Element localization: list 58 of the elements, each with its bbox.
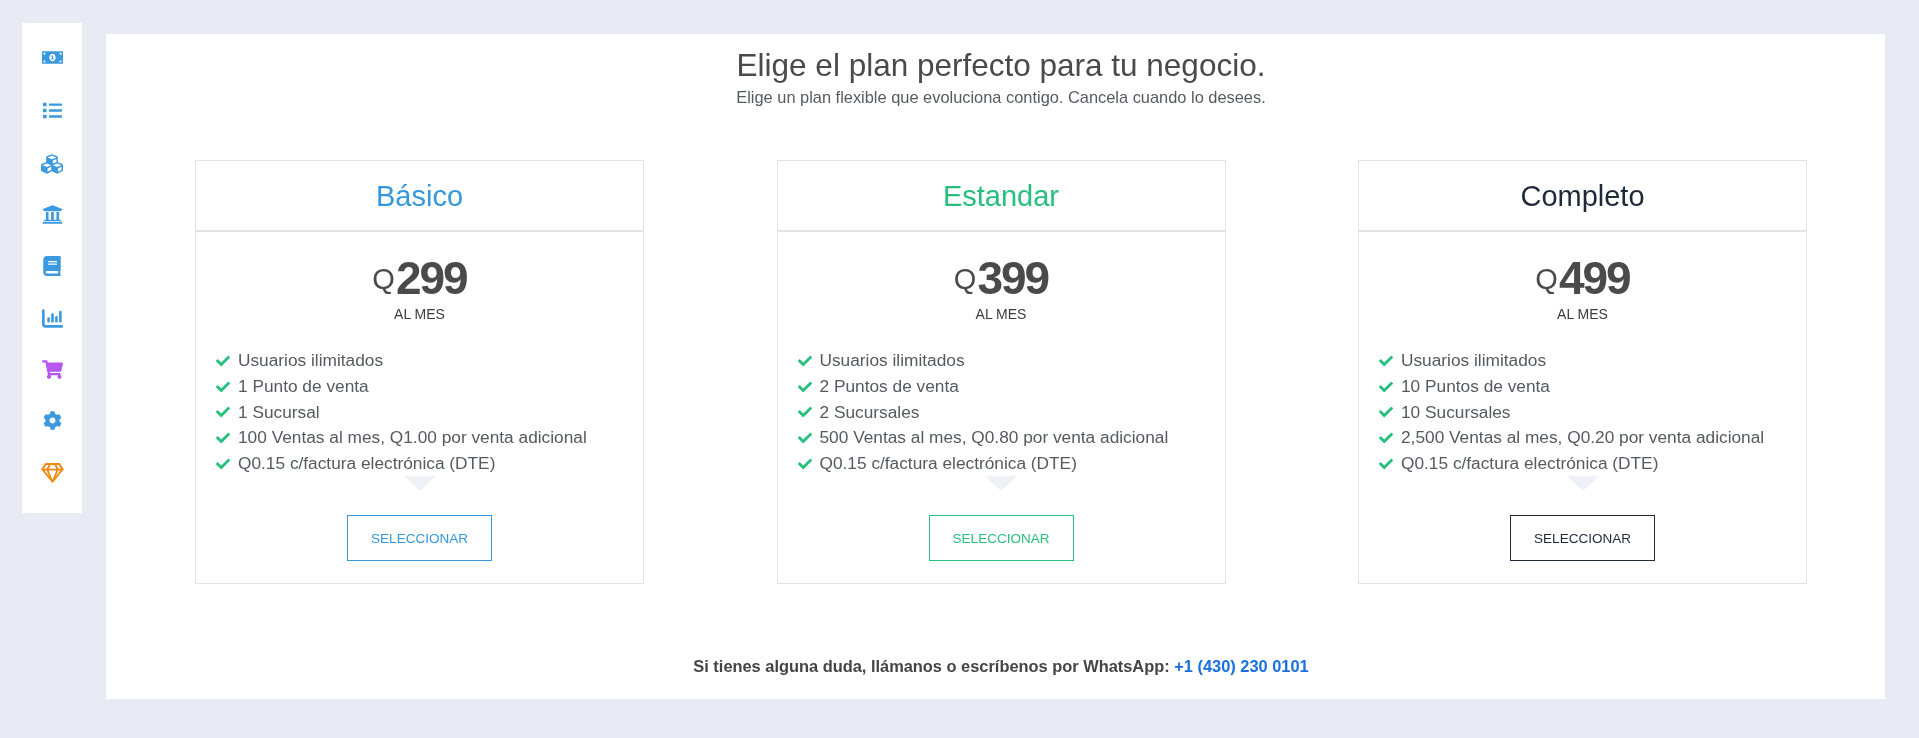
check-icon <box>796 430 813 445</box>
plan-feature: Usuarios ilimitados <box>819 350 965 372</box>
currency-symbol: Q <box>372 265 395 294</box>
plan-feature: 100 Ventas al mes, Q1.00 por venta adicional <box>238 427 587 449</box>
cart-icon[interactable] <box>41 359 63 379</box>
book-icon[interactable] <box>43 256 61 277</box>
plan-feature: 2 Sucursales <box>819 401 920 423</box>
bank-icon[interactable] <box>41 204 63 226</box>
check-icon <box>215 353 231 368</box>
cubes-icon[interactable] <box>41 152 63 175</box>
check-icon <box>796 456 813 471</box>
price-period: AL MES <box>394 305 445 323</box>
currency-symbol: Q <box>953 265 977 294</box>
check-icon <box>1378 430 1394 445</box>
page-title: Elige el plan perfecto para tu negocio. <box>736 46 1266 84</box>
check-icon <box>796 405 813 420</box>
plan-feature: 1 Punto de venta <box>238 376 369 398</box>
plan-feature: 10 Puntos de venta <box>1401 376 1550 398</box>
plan-feature: Usuarios ilimitados <box>238 350 384 372</box>
plan-feature: Q0.15 c/factura electrónica (DTE) <box>1401 453 1659 475</box>
select-button[interactable]: SELECCIONAR <box>928 515 1074 562</box>
check-icon <box>1378 405 1394 420</box>
price-period: AL MES <box>975 305 1027 323</box>
plan-feature: Q0.15 c/factura electrónica (DTE) <box>819 453 1077 475</box>
plan-feature: 10 Sucursales <box>1401 401 1511 423</box>
select-button[interactable]: SELECCIONAR <box>347 515 492 562</box>
check-icon <box>1378 353 1394 368</box>
check-icon <box>215 456 231 471</box>
plan-feature: Q0.15 c/factura electrónica (DTE) <box>238 453 496 475</box>
list-icon[interactable] <box>42 100 62 120</box>
plan-feature: 2,500 Ventas al mes, Q0.20 por venta adicional <box>1401 427 1765 449</box>
check-icon <box>215 379 231 394</box>
settings-icon[interactable] <box>42 411 62 431</box>
contact-note: Si tienes alguna duda, llámanos o escríbenos por WhatsApp: +1 (430) 230 0101 <box>693 656 1309 677</box>
price-amount: 299 <box>395 253 467 303</box>
check-icon <box>796 353 813 368</box>
check-icon <box>1378 456 1394 471</box>
check-icon <box>796 379 813 394</box>
plan-feature: 500 Ventas al mes, Q0.80 por venta adicional <box>819 427 1169 449</box>
plan-title: Completo <box>1520 178 1645 214</box>
money-bill-icon[interactable] <box>41 49 63 66</box>
check-icon <box>215 405 231 420</box>
plan-title: Básico <box>375 178 463 214</box>
price-period: AL MES <box>1557 305 1608 323</box>
page-subtitle: Elige un plan flexible que evoluciona contigo. Cancela cuando lo desees. <box>736 87 1266 107</box>
bar-chart-icon[interactable] <box>41 307 63 329</box>
plan-feature: 1 Sucursal <box>238 401 320 423</box>
check-icon <box>1378 379 1394 394</box>
plan-title: Estandar <box>942 178 1060 214</box>
gem-icon[interactable] <box>40 463 64 484</box>
plan-feature: 2 Puntos de venta <box>819 376 959 398</box>
price-amount: 499 <box>1558 253 1630 303</box>
select-button[interactable]: SELECCIONAR <box>1510 515 1655 562</box>
phone-link[interactable]: +1 (430) 230 0101 <box>1174 657 1309 675</box>
plan-feature: Usuarios ilimitados <box>1401 350 1547 372</box>
currency-symbol: Q <box>1535 265 1558 294</box>
check-icon <box>215 430 231 445</box>
price-amount: 399 <box>977 253 1049 303</box>
